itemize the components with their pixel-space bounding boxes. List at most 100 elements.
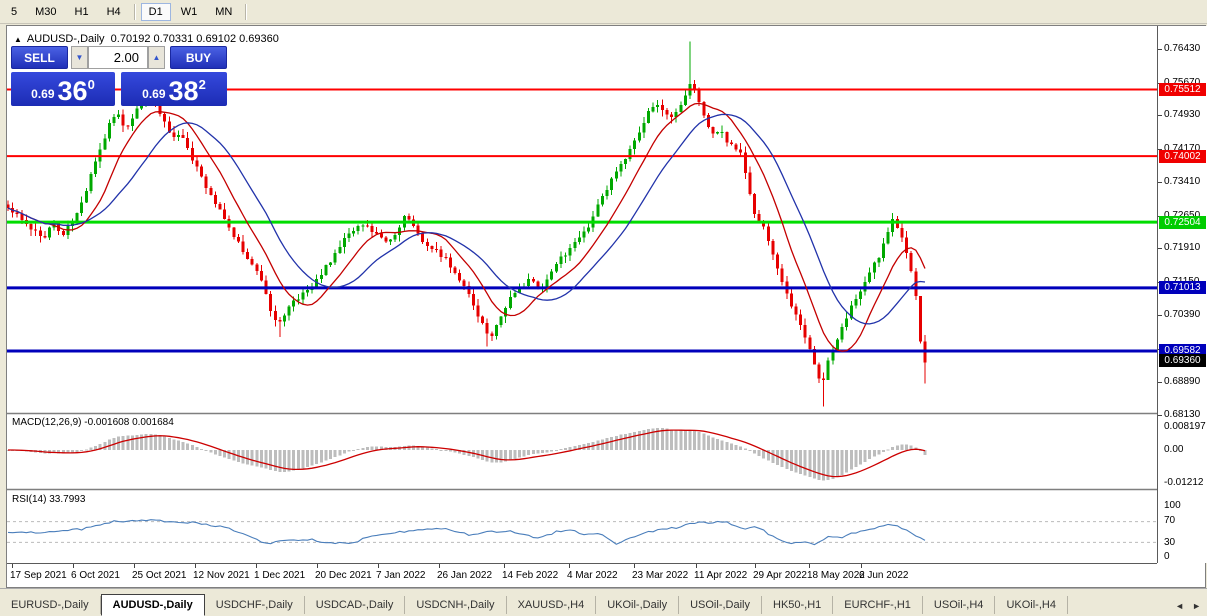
date-axis-label: 23 Mar 2022 [632,570,689,581]
rsi-indicator-label: RSI(14) 33.7993 [12,494,86,505]
symbol-tab-usdcnh-daily[interactable]: USDCNH-,Daily [405,596,507,614]
one-click-trading-toggle-icon[interactable]: ▲ [14,35,22,44]
symbol-tab-hk50-h1[interactable]: HK50-,H1 [762,596,834,614]
macd-axis-label: -0.01212 [1164,477,1204,488]
timeframe-toolbar: 5 M30 H1 H4 D1 W1 MN [0,0,1207,24]
macd-axis-label: 0.008197 [1164,421,1206,432]
date-axis-tick [809,564,810,568]
spinner-down-icon: ▼ [75,53,84,62]
sell-price-sup: 0 [87,77,95,92]
level-price-tag: 0.74002 [1159,149,1206,163]
price-axis-label: 0.68130 [1164,409,1201,421]
date-axis-label: 25 Oct 2021 [132,570,187,581]
one-click-trade-panel: SELL ▼ 2.00 ▲ BUY 0.69 36 0 0.69 38 2 [11,46,227,106]
price-axis-tick [1158,415,1162,417]
level-price-tag: 0.71013 [1159,281,1206,295]
timeframe-button-5[interactable]: 5 [3,3,25,21]
toolbar-separator [245,3,248,20]
buy-price-main: 38 [168,76,199,106]
symbol-tab-usoil-daily[interactable]: USOil-,Daily [679,596,762,614]
price-axis-tick [1158,182,1162,184]
price-axis-label: 0.68890 [1164,375,1201,387]
price-axis-label: 0.73410 [1164,176,1201,188]
level-price-tag: 0.72504 [1159,215,1206,229]
date-axis-label: 1 Dec 2021 [254,570,306,581]
timeframe-button-h4[interactable]: H4 [99,3,129,21]
symbol-tab-eurusd-daily[interactable]: EURUSD-,Daily [0,596,101,614]
date-axis-tick [134,564,135,568]
symbol-tab-usdcad-daily[interactable]: USDCAD-,Daily [305,596,406,614]
rsi-axis-label: 30 [1164,537,1176,548]
date-axis-tick [696,564,697,568]
date-axis-label: 7 Jan 2022 [376,570,426,581]
spinner-up-icon: ▲ [152,53,161,62]
sell-price-prefix: 0.69 [31,87,55,101]
date-axis-tick [317,564,318,568]
timeframe-button-w1[interactable]: W1 [173,3,206,21]
toolbar-separator [133,3,136,20]
date-axis-tick [378,564,379,568]
symbol-tab-eurchf-h1[interactable]: EURCHF-,H1 [833,596,923,614]
date-axis-label: 12 Nov 2021 [193,570,250,581]
symbol-tab-usoil-h4[interactable]: USOil-,H4 [923,596,996,614]
timeframe-button-d1[interactable]: D1 [140,2,171,21]
price-axis: 0.764300.756700.749300.741700.734100.726… [1157,26,1207,563]
volume-input[interactable]: 2.00 [88,46,148,69]
symbol-tab-audusd-daily[interactable]: AUDUSD-,Daily [100,594,205,616]
tab-scroll-right-icon[interactable]: ► [1192,601,1201,611]
rsi-axis-label: 70 [1164,515,1176,526]
date-axis-label: 18 May 2022 [807,570,865,581]
date-axis-tick [634,564,635,568]
date-axis-label: 4 Mar 2022 [567,570,618,581]
date-axis-tick [256,564,257,568]
symbol-tab-ukoil-h4[interactable]: UKOil-,H4 [995,596,1068,614]
date-axis-tick [504,564,505,568]
timeframe-button-mn[interactable]: MN [207,3,240,21]
date-axis-label: 29 Apr 2022 [753,570,807,581]
price-axis-tick [1158,49,1162,50]
rsi-axis-label: 0 [1164,551,1170,562]
buy-button[interactable]: BUY [170,46,227,69]
tab-scroll-left-icon[interactable]: ◄ [1175,601,1184,611]
level-price-tag: 0.75512 [1159,82,1206,96]
chart-symbol-label: AUDUSD-,Daily [26,33,105,45]
price-axis-label: 0.74930 [1164,109,1201,121]
date-axis: 17 Sep 2021 6 Oct 2021 25 Oct 2021 12 Nov 2… [7,563,1157,587]
date-axis-tick [12,564,13,568]
date-axis-tick [861,564,862,568]
date-axis-tick [73,564,74,568]
price-axis-label: 0.71910 [1164,242,1201,254]
rsi-axis-label: 100 [1164,500,1181,511]
date-axis-tick [569,564,570,568]
volume-increase-spinner[interactable]: ▲ [148,46,165,69]
date-axis-label: 11 Apr 2022 [694,570,748,581]
price-axis-label: 0.70390 [1164,309,1201,321]
sell-price-box[interactable]: 0.69 36 0 [11,72,115,106]
symbol-tab-ukoil-daily[interactable]: UKOil-,Daily [596,596,680,614]
price-axis-label: 0.76430 [1164,43,1201,54]
buy-price-sup: 2 [198,77,206,92]
price-axis-tick [1158,115,1162,117]
date-axis-tick [755,564,756,568]
symbol-tab-usdchf-daily[interactable]: USDCHF-,Daily [205,596,305,614]
volume-decrease-spinner[interactable]: ▼ [71,46,88,69]
sell-price-main: 36 [57,76,88,106]
date-axis-label: 6 Jun 2022 [859,570,909,581]
date-axis-tick [439,564,440,568]
price-axis-tick [1158,315,1162,317]
date-axis-label: 20 Dec 2021 [315,570,372,581]
price-axis-tick [1158,381,1162,383]
date-axis-label: 26 Jan 2022 [437,570,493,581]
sell-button[interactable]: SELL [11,46,68,69]
date-axis-label: 17 Sep 2021 [10,570,67,581]
timeframe-button-m30[interactable]: M30 [27,3,64,21]
symbol-tab-xauusd-h4[interactable]: XAUUSD-,H4 [507,596,597,614]
chart-ohlc-values: 0.70192 0.70331 0.69102 0.69360 [110,33,279,45]
chart-canvas[interactable] [7,28,1157,563]
date-axis-tick [195,564,196,568]
buy-price-box[interactable]: 0.69 38 2 [121,72,227,106]
macd-axis-label: 0.00 [1164,444,1184,455]
date-axis-label: 6 Oct 2021 [71,570,120,581]
timeframe-button-h1[interactable]: H1 [67,3,97,21]
symbol-tab-bar: EURUSD-,Daily AUDUSD-,Daily USDCHF-,Daily U… [0,588,1207,616]
